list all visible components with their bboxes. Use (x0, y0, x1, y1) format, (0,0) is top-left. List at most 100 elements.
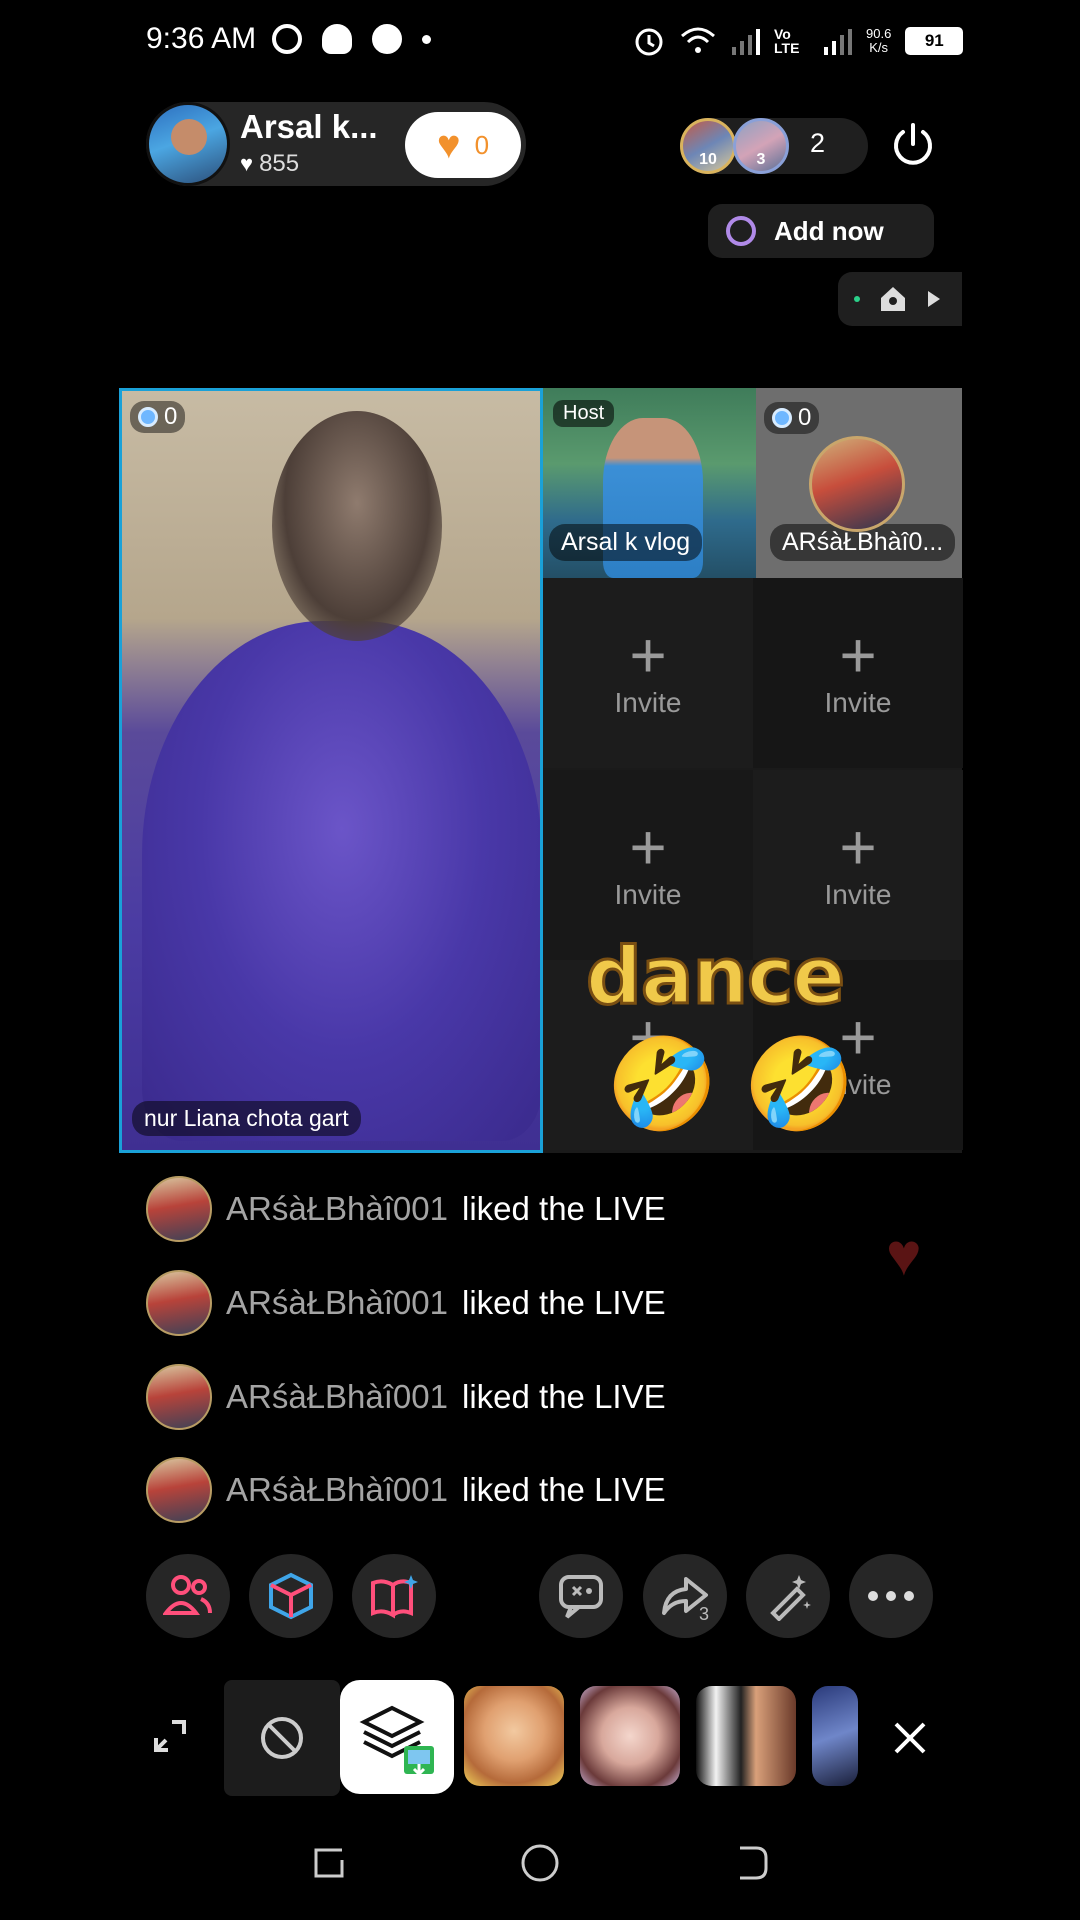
guest-score-badge: 0 (764, 402, 820, 434)
comment-text: liked the LIVE (462, 1378, 666, 1415)
comment-row[interactable]: ARśàŁBhàî001 liked the LIVE (146, 1270, 666, 1336)
host-tag: Host (553, 400, 615, 427)
circle-app-icon (372, 24, 402, 54)
main-cam-score-badge: 0 (130, 401, 186, 433)
comment-text: liked the LIVE (462, 1284, 666, 1321)
follow-heart-button[interactable]: ♥ 0 (405, 112, 521, 178)
heart-small-icon: ♥ (240, 151, 254, 176)
chat-settings-button[interactable] (539, 1554, 623, 1638)
effects-cube-button[interactable] (249, 1554, 333, 1638)
orange-heart-icon: ♥ (436, 123, 461, 167)
comment-user[interactable]: ARśàŁBhàî001 (226, 1284, 448, 1322)
commenter-avatar[interactable] (146, 1176, 212, 1242)
commenter-avatar[interactable] (146, 1270, 212, 1336)
play-arrow-icon[interactable] (926, 289, 942, 309)
magic-wand-button[interactable] (746, 1554, 830, 1638)
invite-slot-1[interactable]: + Invite (543, 578, 753, 768)
comment-text: liked the LIVE (462, 1471, 666, 1508)
mini-widget-bar[interactable] (838, 272, 962, 326)
book-button[interactable] (352, 1554, 436, 1638)
more-icon (868, 1591, 914, 1601)
overlay-sticker-text: dance (584, 931, 846, 1024)
guests-button[interactable] (146, 1554, 230, 1638)
main-cam-score: 0 (164, 403, 178, 430)
host-likes: ♥ 855 (240, 150, 299, 178)
target-icon (726, 216, 756, 246)
comment-row[interactable]: ARśàŁBhàî001 liked the LIVE (146, 1364, 666, 1430)
no-effect-button[interactable] (224, 1680, 340, 1796)
comment-user[interactable]: ARśàŁBhàî001 (226, 1378, 448, 1416)
host-avatar[interactable] (146, 102, 230, 186)
screen-record-icon (272, 24, 302, 54)
more-notifications-dot-icon (422, 34, 431, 44)
guest-avatar[interactable] (809, 436, 905, 532)
partial-effect-thumbnail[interactable] (812, 1686, 858, 1786)
top-viewer-avatar-2[interactable]: 3 (733, 118, 789, 174)
top-viewer-avatar-1[interactable]: 10 (680, 118, 736, 174)
live-dot-icon (854, 296, 860, 302)
network-speed-value: 90.6 (866, 26, 892, 41)
invite-label: Invite (614, 879, 682, 910)
comment-user[interactable]: ARśàŁBhàî001 (226, 1471, 448, 1509)
cartoon-face-effect[interactable] (464, 1686, 564, 1786)
guest-video-head (272, 411, 442, 641)
comment-row[interactable]: ARśàŁBhàî001 liked the LIVE (146, 1176, 666, 1242)
plus-icon: + (839, 619, 877, 691)
guest-video-figure (142, 621, 540, 1141)
follow-heart-count: 0 (474, 129, 490, 160)
network-speed: 90.6 K/s (866, 27, 891, 55)
host-likes-count: 855 (259, 150, 300, 177)
main-cam-name: nur Liana chota gart (132, 1101, 361, 1136)
add-now-label: Add now (774, 215, 884, 246)
add-now-button[interactable]: Add now (708, 204, 934, 258)
home-icon[interactable] (878, 284, 908, 314)
plus-icon: + (629, 811, 667, 883)
status-time: 9:36 AM (146, 22, 257, 55)
host-name[interactable]: Arsal k... (240, 108, 378, 146)
wifi-icon (681, 27, 715, 53)
comment-text: liked the LIVE (462, 1190, 666, 1227)
plus-icon: + (629, 619, 667, 691)
viewer-count[interactable]: 2 (810, 128, 825, 159)
shield-icon (772, 408, 792, 428)
expand-icon[interactable] (152, 1718, 188, 1754)
close-icon[interactable] (890, 1718, 930, 1758)
invite-label: Invite (824, 879, 892, 910)
battery-indicator: 91 (905, 27, 964, 55)
invite-label: Invite (824, 687, 892, 718)
skull-makeup-effect[interactable] (696, 1686, 796, 1786)
chat-off-icon (559, 1575, 603, 1619)
rofl-emoji-sticker: 🤣 🤣 (606, 1035, 856, 1135)
invite-slot-2[interactable]: + Invite (753, 578, 963, 768)
comment-row[interactable]: ARśàŁBhàî001 liked the LIVE (146, 1457, 666, 1523)
recents-nav-icon[interactable] (308, 1842, 350, 1884)
signal-2-icon (824, 29, 852, 55)
magic-wand-icon (770, 1575, 811, 1621)
beauty-face-effect[interactable] (580, 1686, 680, 1786)
commenter-avatar[interactable] (146, 1457, 212, 1523)
status-notification-icons (272, 24, 431, 54)
floating-heart-icon: ♥ (886, 1221, 922, 1288)
book-sparkle-icon (371, 1575, 418, 1619)
home-nav-icon[interactable] (519, 1842, 561, 1884)
guest-score: 0 (798, 404, 812, 431)
more-options-button[interactable] (849, 1554, 933, 1638)
host-cell-name: Arsal k vlog (549, 524, 703, 561)
commenter-avatar[interactable] (146, 1364, 212, 1430)
back-nav-icon[interactable] (730, 1842, 772, 1884)
guests-icon (163, 1575, 212, 1615)
alarm-icon (635, 28, 663, 56)
comment-user[interactable]: ARśàŁBhàî001 (226, 1190, 448, 1228)
layers-gallery-icon (359, 1705, 434, 1776)
invite-label: Invite (614, 687, 682, 718)
cube-icon (269, 1572, 313, 1620)
no-effect-icon (261, 1717, 303, 1759)
volte-indicator: Vo LTE (774, 26, 800, 56)
share-button[interactable]: 3 (643, 1554, 727, 1638)
signal-icon (732, 29, 760, 55)
snapchat-icon (322, 24, 352, 54)
status-system-icons: Vo LTE 90.6 K/s 91 (632, 24, 964, 58)
power-icon[interactable] (888, 120, 938, 170)
main-guest-video[interactable]: 0 nur Liana chota gart (119, 388, 543, 1153)
layers-effect-button[interactable] (340, 1680, 454, 1794)
